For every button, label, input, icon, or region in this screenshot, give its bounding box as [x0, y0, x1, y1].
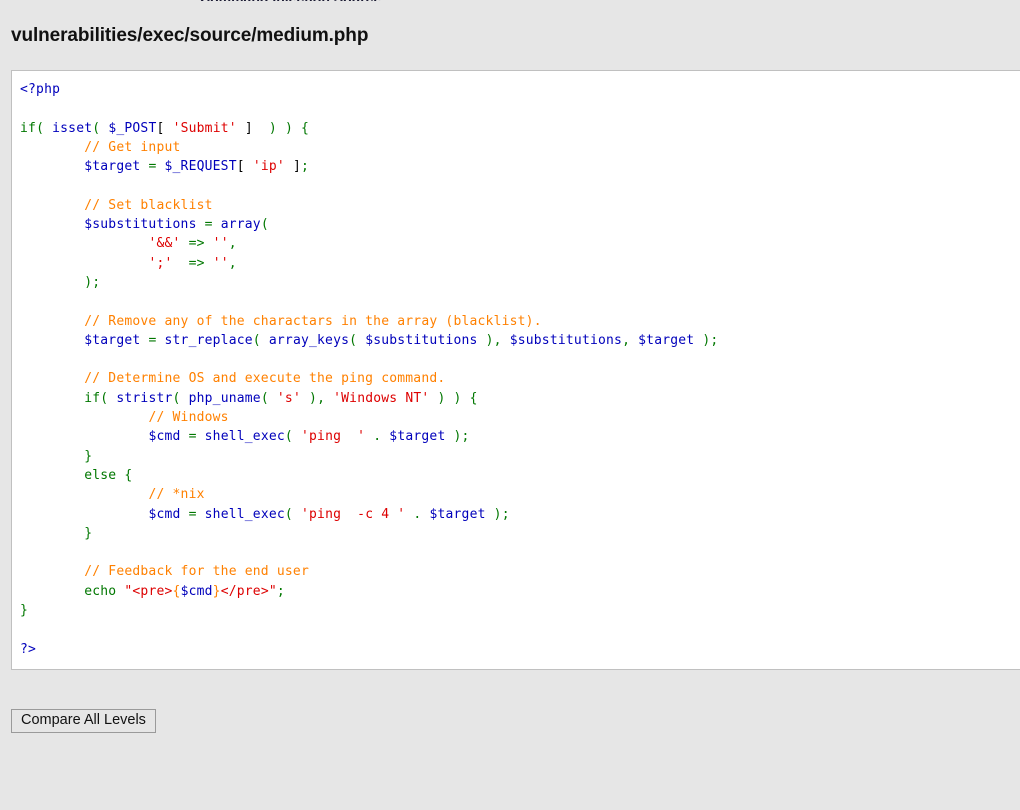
- page-title: vulnerabilities/exec/source/medium.php: [11, 25, 369, 46]
- source-view-page: Command Injection Source vulnerabilities…: [0, 0, 1020, 810]
- clipped-top-text: Command Injection Source: [200, 0, 381, 1]
- source-code-box: <?php if( isset( $_POST[ 'Submit' ] ) ) …: [11, 70, 1020, 670]
- compare-all-levels-button[interactable]: Compare All Levels: [11, 709, 156, 733]
- php-source-code: <?php if( isset( $_POST[ 'Submit' ] ) ) …: [20, 82, 719, 657]
